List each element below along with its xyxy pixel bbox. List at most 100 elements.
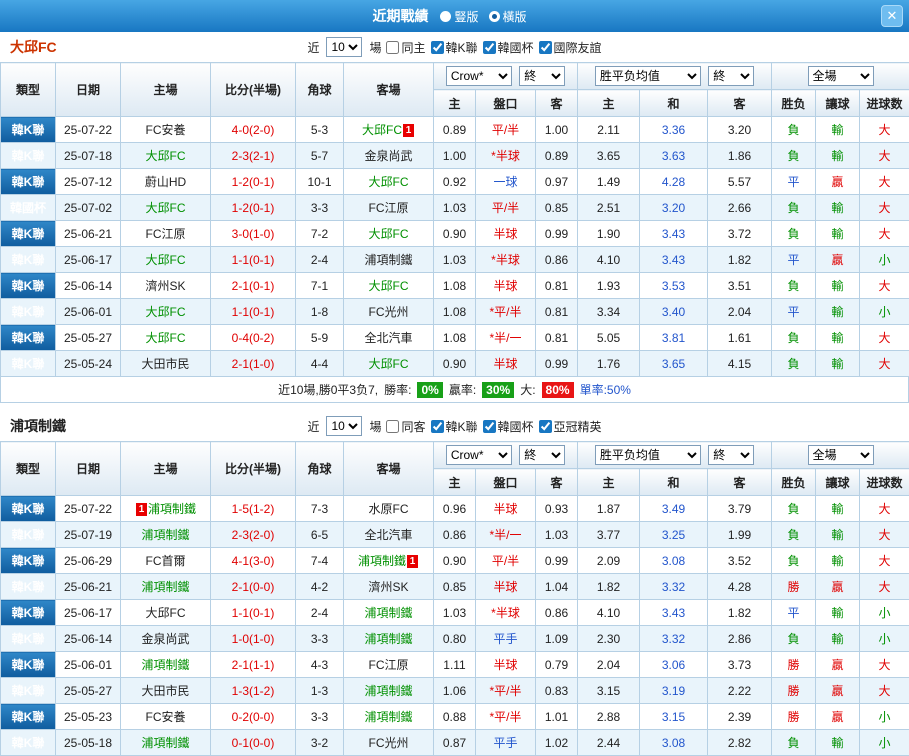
goals-cell: 大 <box>860 325 909 351</box>
asian-home-odds-cell: 0.87 <box>434 730 476 756</box>
filter-kleague[interactable]: 韓K聯 <box>431 39 478 56</box>
scope-select[interactable]: 全場 <box>808 445 874 465</box>
vertical-layout-label[interactable]: 豎版 <box>454 8 478 25</box>
handicap-cell: 平/半 <box>476 548 536 574</box>
filter-same-venue[interactable]: 同主 <box>386 39 425 56</box>
acl-checkbox[interactable] <box>539 420 552 433</box>
goals-cell: 大 <box>860 273 909 299</box>
away-team-cell: 浦項制鐵 <box>344 247 434 273</box>
asian-home-odds-cell: 1.08 <box>434 325 476 351</box>
same-venue-checkbox[interactable] <box>386 41 399 54</box>
korean-cup-checkbox[interactable] <box>483 41 496 54</box>
score-cell: 0-4(0-2) <box>211 325 296 351</box>
goals-cell: 大 <box>860 169 909 195</box>
vertical-layout-radio[interactable] <box>440 11 451 22</box>
col-asian-away: 客 <box>536 90 578 117</box>
corner-cell: 7-2 <box>296 221 344 247</box>
away-team-cell: 大邱FC <box>344 273 434 299</box>
friendly-checkbox[interactable] <box>539 41 552 54</box>
kleague-checkbox[interactable] <box>431 420 444 433</box>
league-type-cell: 韓K聯 <box>1 678 56 704</box>
result-cell: 負 <box>772 496 816 522</box>
asian-final-select[interactable]: 終 <box>519 66 565 86</box>
away-team-cell: 大邱FC <box>344 169 434 195</box>
result-cell: 負 <box>772 730 816 756</box>
league-type-cell: 韓K聯 <box>1 496 56 522</box>
team-label: 大邱FC <box>146 149 186 163</box>
filter-same-venue[interactable]: 同客 <box>386 418 425 435</box>
match-row: 韓K聯25-07-221浦項制鐵1-5(1-2)7-3水原FC0.96半球0.9… <box>1 496 909 522</box>
date-cell: 25-07-18 <box>56 143 121 169</box>
match-row: 韓K聯25-05-24大田市民2-1(1-0)4-4大邱FC0.90半球0.99… <box>1 351 909 377</box>
euro-odds-controls: 胜平负均值 終 <box>578 442 772 469</box>
euro-away-odds-cell: 3.20 <box>708 117 772 143</box>
filter-friendly[interactable]: 國際友誼 <box>539 39 602 56</box>
home-team-cell: 1浦項制鐵 <box>121 496 211 522</box>
team-label: 大田市民 <box>141 357 189 371</box>
asian-final-select[interactable]: 終 <box>519 445 565 465</box>
horizontal-layout-label[interactable]: 橫版 <box>503 8 527 25</box>
filter-kleague[interactable]: 韓K聯 <box>431 418 478 435</box>
league-type-cell: 韓K聯 <box>1 325 56 351</box>
score-cell: 2-1(1-1) <box>211 652 296 678</box>
team-section-home: 大邱FC 近 10 場 同主 韓K聯 韓國杯 國際友誼 類型 日期 <box>0 32 909 403</box>
cover-cell: 贏 <box>816 704 860 730</box>
odds-source-select[interactable]: Crow* <box>446 66 512 86</box>
col-euro-away: 客 <box>708 469 772 496</box>
win-rate-label: 勝率: <box>384 381 411 398</box>
away-team-cell: 濟州SK <box>344 574 434 600</box>
away-team-cell: 全北汽車 <box>344 325 434 351</box>
col-date: 日期 <box>56 63 121 117</box>
kleague-checkbox[interactable] <box>431 41 444 54</box>
korean-cup-checkbox[interactable] <box>483 420 496 433</box>
euro-draw-odds-cell: 3.65 <box>640 351 708 377</box>
odds-source-select[interactable]: Crow* <box>446 445 512 465</box>
col-score: 比分(半場) <box>211 63 296 117</box>
handicap-cell: 半球 <box>476 574 536 600</box>
handicap-cell: 平/半 <box>476 117 536 143</box>
team-label: FC安養 <box>146 710 186 724</box>
date-cell: 25-05-27 <box>56 678 121 704</box>
filter-acl[interactable]: 亞冠精英 <box>539 418 602 435</box>
team-label: 大邱FC <box>362 123 402 137</box>
col-handicap: 盤口 <box>476 469 536 496</box>
euro-mean-select[interactable]: 胜平负均值 <box>595 66 701 86</box>
red-card-badge: 1 <box>407 555 418 568</box>
euro-final-select[interactable]: 終 <box>708 445 754 465</box>
result-cell: 負 <box>772 548 816 574</box>
date-cell: 25-05-24 <box>56 351 121 377</box>
asian-away-odds-cell: 0.97 <box>536 169 578 195</box>
filter-korean-cup[interactable]: 韓國杯 <box>483 418 534 435</box>
away-team-cell: 浦項制鐵 <box>344 678 434 704</box>
asian-away-odds-cell: 0.99 <box>536 221 578 247</box>
euro-away-odds-cell: 4.28 <box>708 574 772 600</box>
goals-cell: 小 <box>860 600 909 626</box>
asian-home-odds-cell: 1.11 <box>434 652 476 678</box>
scope-controls: 全場 <box>772 63 909 90</box>
euro-mean-select[interactable]: 胜平负均值 <box>595 445 701 465</box>
corner-cell: 7-4 <box>296 548 344 574</box>
recent-count-select[interactable]: 10 <box>326 37 362 57</box>
goals-cell: 大 <box>860 143 909 169</box>
horizontal-layout-radio[interactable] <box>489 11 500 22</box>
team-label: 大邱FC <box>146 305 186 319</box>
euro-draw-odds-cell: 3.53 <box>640 273 708 299</box>
result-cell: 平 <box>772 600 816 626</box>
filter-controls: 近 10 場 同客 韓K聯 韓國杯 亞冠精英 <box>307 416 601 436</box>
recent-count-select[interactable]: 10 <box>326 416 362 436</box>
col-type: 類型 <box>1 442 56 496</box>
col-away: 客場 <box>344 442 434 496</box>
close-button[interactable]: ✕ <box>881 5 903 27</box>
euro-home-odds-cell: 2.44 <box>578 730 640 756</box>
goals-cell: 大 <box>860 195 909 221</box>
asian-home-odds-cell: 1.06 <box>434 678 476 704</box>
euro-odds-controls: 胜平负均值 終 <box>578 63 772 90</box>
scope-select[interactable]: 全場 <box>808 66 874 86</box>
col-asian-home: 主 <box>434 469 476 496</box>
filter-korean-cup[interactable]: 韓國杯 <box>483 39 534 56</box>
away-team-cell: 浦項制鐵 <box>344 600 434 626</box>
same-venue-checkbox[interactable] <box>386 420 399 433</box>
euro-home-odds-cell: 3.34 <box>578 299 640 325</box>
filter-row: 大邱FC 近 10 場 同主 韓K聯 韓國杯 國際友誼 <box>0 32 909 62</box>
euro-final-select[interactable]: 終 <box>708 66 754 86</box>
